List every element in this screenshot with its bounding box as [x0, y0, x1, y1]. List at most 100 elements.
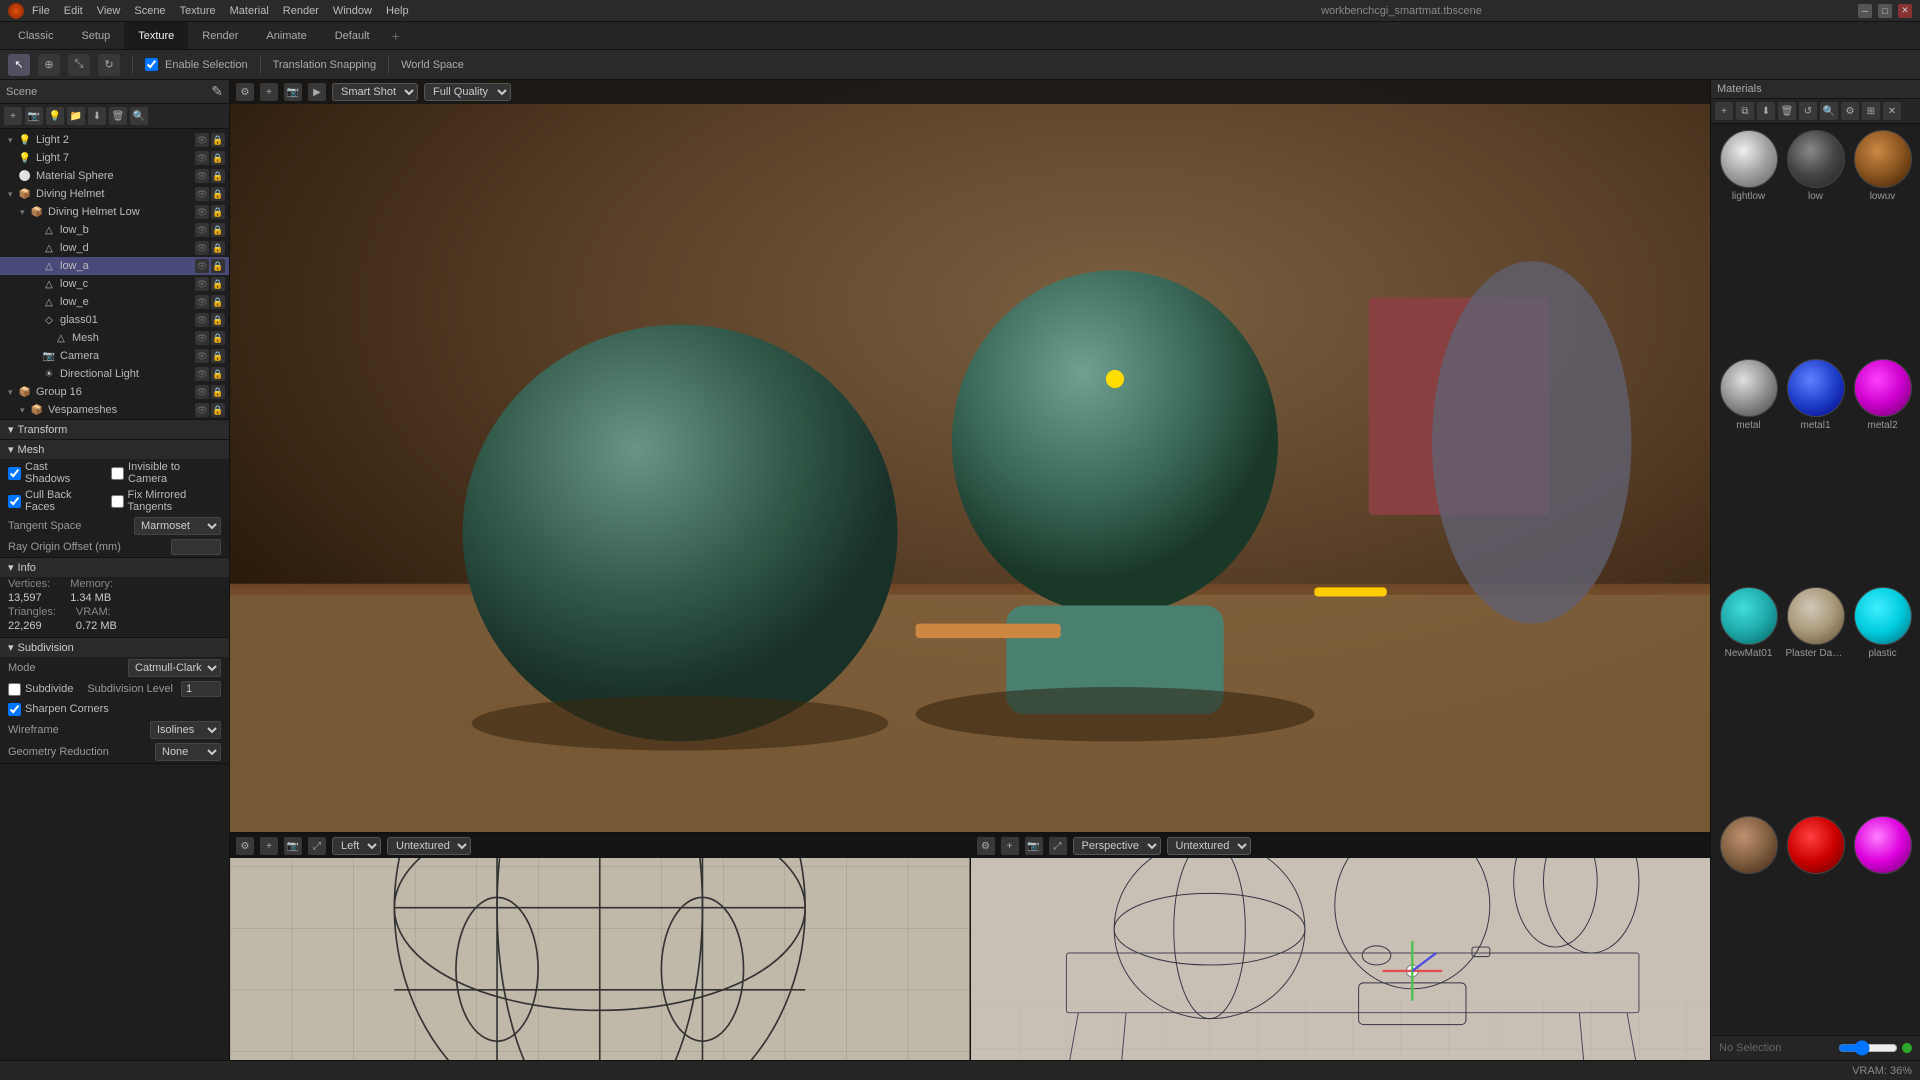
left-viewport[interactable]: ⚙ + 📷 ⤢ Left Untextured	[230, 834, 971, 1060]
quality-select[interactable]: Full Quality Half Quality	[424, 83, 511, 101]
mat-settings-btn[interactable]: ⚙	[1841, 102, 1859, 120]
vis-btn[interactable]: 👁	[195, 241, 209, 255]
lock-btn[interactable]: 🔒	[211, 403, 225, 417]
scene-item-low-e[interactable]: △ low_e 👁 🔒	[0, 293, 229, 311]
tool-move[interactable]: ⊕	[38, 54, 60, 76]
scene-item-mesh[interactable]: △ Mesh 👁 🔒	[0, 329, 229, 347]
lock-btn[interactable]: 🔒	[211, 367, 225, 381]
menu-texture[interactable]: Texture	[180, 5, 216, 17]
mat-search-btn[interactable]: 🔍	[1820, 102, 1838, 120]
scene-item-glass01[interactable]: ◇ glass01 👁 🔒	[0, 311, 229, 329]
scene-camera-button[interactable]: 📷	[25, 107, 43, 125]
left-vp-settings-btn[interactable]: ⚙	[236, 837, 254, 855]
enable-selection-toggle[interactable]: Enable Selection	[145, 58, 248, 71]
sharpen-corners-label[interactable]: Sharpen Corners	[8, 703, 109, 716]
lock-btn[interactable]: 🔒	[211, 169, 225, 183]
cull-back-checkbox[interactable]	[8, 495, 21, 508]
lock-btn[interactable]: 🔒	[211, 277, 225, 291]
geo-reduction-select[interactable]: None Low Medium	[155, 743, 221, 761]
scene-add-button[interactable]: +	[4, 107, 22, 125]
subdivide-label[interactable]: Subdivide	[8, 683, 73, 696]
world-space-label[interactable]: World Space	[401, 59, 464, 71]
menu-help[interactable]: Help	[386, 5, 409, 17]
mat-import-btn[interactable]: ⬇	[1757, 102, 1775, 120]
mesh-header[interactable]: ▾ Mesh	[0, 440, 229, 459]
tab-classic[interactable]: Classic	[4, 22, 67, 49]
scene-item-camera[interactable]: 📷 Camera 👁 🔒	[0, 347, 229, 365]
persp-shading-select[interactable]: Untextured	[1167, 837, 1251, 855]
mode-select[interactable]: Catmull-Clark Simple	[128, 659, 221, 677]
ray-origin-input[interactable]: 0.0	[171, 539, 221, 555]
vp-camera-btn[interactable]: 📷	[284, 83, 302, 101]
subdivide-checkbox[interactable]	[8, 683, 21, 696]
info-header[interactable]: ▾ Info	[0, 558, 229, 577]
scene-item-low-a[interactable]: △ low_a 👁 🔒	[0, 257, 229, 275]
lock-btn[interactable]: 🔒	[211, 259, 225, 273]
lock-btn[interactable]: 🔒	[211, 331, 225, 345]
tool-rotate[interactable]: ↻	[98, 54, 120, 76]
mat-duplicate-btn[interactable]: ⧉	[1736, 102, 1754, 120]
menu-view[interactable]: View	[97, 5, 121, 17]
lock-btn[interactable]: 🔒	[211, 385, 225, 399]
scene-item-low-c[interactable]: △ low_c 👁 🔒	[0, 275, 229, 293]
vis-btn[interactable]: 👁	[195, 133, 209, 147]
lock-btn[interactable]: 🔒	[211, 349, 225, 363]
scene-item-diving-helmet[interactable]: ▾ 📦 Diving Helmet 👁 🔒	[0, 185, 229, 203]
persp-vp-max-btn[interactable]: ⤢	[1049, 837, 1067, 855]
mat-item-unnamed2[interactable]	[1784, 816, 1847, 1030]
mat-item-unnamed1[interactable]	[1717, 816, 1780, 1030]
scene-light-button[interactable]: 💡	[46, 107, 64, 125]
vis-btn[interactable]: 👁	[195, 187, 209, 201]
lock-btn[interactable]: 🔒	[211, 133, 225, 147]
vis-btn[interactable]: 👁	[195, 385, 209, 399]
subdivision-header[interactable]: ▾ Subdivision	[0, 638, 229, 657]
vis-btn[interactable]: 👁	[195, 169, 209, 183]
tab-add-button[interactable]: +	[384, 26, 408, 46]
left-vp-cam-btn[interactable]: 📷	[284, 837, 302, 855]
persp-vp-cam-btn[interactable]: 📷	[1025, 837, 1043, 855]
vis-btn[interactable]: 👁	[195, 349, 209, 363]
mat-view-btn[interactable]: ⊞	[1862, 102, 1880, 120]
tab-setup[interactable]: Setup	[67, 22, 124, 49]
scene-trash-button[interactable]: 🗑	[109, 107, 127, 125]
mat-item-metal[interactable]: metal	[1717, 359, 1780, 584]
tab-texture[interactable]: Texture	[124, 22, 188, 49]
scene-item-low-b[interactable]: △ low_b 👁 🔒	[0, 221, 229, 239]
lock-btn[interactable]: 🔒	[211, 295, 225, 309]
vis-btn[interactable]: 👁	[195, 259, 209, 273]
scene-item-light7[interactable]: 💡 Light 7 👁 🔒	[0, 149, 229, 167]
lock-btn[interactable]: 🔒	[211, 151, 225, 165]
scene-item-diving-helmet-low[interactable]: ▾ 📦 Diving Helmet Low 👁 🔒	[0, 203, 229, 221]
vis-btn[interactable]: 👁	[195, 295, 209, 309]
scene-folder-button[interactable]: 📁	[67, 107, 85, 125]
left-vp-max-btn[interactable]: ⤢	[308, 837, 326, 855]
minimize-button[interactable]: ─	[1858, 4, 1872, 18]
menu-render[interactable]: Render	[283, 5, 319, 17]
lock-btn[interactable]: 🔒	[211, 205, 225, 219]
scene-item-group16[interactable]: ▾ 📦 Group 16 👁 🔒	[0, 383, 229, 401]
mat-reset-btn[interactable]: ↺	[1799, 102, 1817, 120]
wireframe-select[interactable]: Isolines None Triangles	[150, 721, 221, 739]
vis-btn[interactable]: 👁	[195, 205, 209, 219]
menu-material[interactable]: Material	[230, 5, 269, 17]
scene-import-button[interactable]: ⬇	[88, 107, 106, 125]
lock-btn[interactable]: 🔒	[211, 187, 225, 201]
menu-scene[interactable]: Scene	[134, 5, 165, 17]
lock-btn[interactable]: 🔒	[211, 313, 225, 327]
vis-btn[interactable]: 👁	[195, 151, 209, 165]
tangent-space-select[interactable]: Marmoset MikkTSpace	[134, 517, 221, 535]
mat-delete-btn[interactable]: 🗑	[1778, 102, 1796, 120]
tool-select[interactable]: ↖	[8, 54, 30, 76]
subdiv-level-input[interactable]	[181, 681, 221, 697]
vis-btn[interactable]: 👁	[195, 367, 209, 381]
mat-item-metal1[interactable]: metal1	[1784, 359, 1847, 584]
transform-header[interactable]: ▾ Transform	[0, 420, 229, 439]
tab-default[interactable]: Default	[321, 22, 384, 49]
smart-shot-select[interactable]: Smart Shot	[332, 83, 418, 101]
sharpen-corners-checkbox[interactable]	[8, 703, 21, 716]
main-viewport[interactable]: ⚙ + 📷 ▶ Smart Shot Full Quality Half Qua…	[230, 80, 1710, 834]
tab-animate[interactable]: Animate	[252, 22, 320, 49]
menu-window[interactable]: Window	[333, 5, 372, 17]
close-button[interactable]: ✕	[1898, 4, 1912, 18]
persp-vp-settings-btn[interactable]: ⚙	[977, 837, 995, 855]
